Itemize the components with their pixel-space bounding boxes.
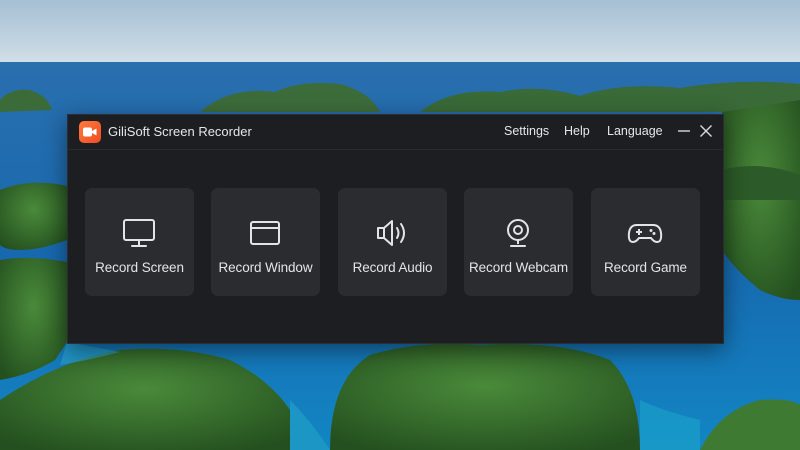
record-game-button[interactable]: Record Game [591, 188, 700, 296]
menu-settings[interactable]: Settings [504, 124, 549, 138]
webcam-icon [507, 219, 529, 247]
record-audio-button[interactable]: Record Audio [338, 188, 447, 296]
minimize-button[interactable] [674, 121, 694, 141]
title-bar[interactable]: GiliSoft Screen Recorder Settings Help L… [68, 115, 723, 149]
menu-language[interactable]: Language [607, 124, 663, 138]
monitor-icon [123, 219, 155, 247]
record-game-label: Record Game [604, 260, 687, 275]
video-camera-icon [83, 127, 97, 137]
app-logo [79, 121, 101, 143]
speaker-icon [377, 220, 405, 246]
record-window-label: Record Window [218, 260, 313, 275]
close-icon [700, 125, 712, 137]
record-audio-label: Record Audio [352, 260, 433, 275]
gamepad-icon [627, 224, 663, 243]
close-button[interactable] [696, 121, 716, 141]
title-divider [68, 149, 723, 150]
minimize-icon [678, 130, 690, 132]
window-icon [250, 221, 280, 245]
record-screen-label: Record Screen [95, 260, 184, 275]
desktop: GiliSoft Screen Recorder Settings Help L… [0, 0, 800, 450]
menu-help[interactable]: Help [564, 124, 590, 138]
app-window: GiliSoft Screen Recorder Settings Help L… [67, 114, 724, 344]
record-webcam-label: Record Webcam [469, 260, 568, 275]
record-webcam-button[interactable]: Record Webcam [464, 188, 573, 296]
record-window-button[interactable]: Record Window [211, 188, 320, 296]
app-title: GiliSoft Screen Recorder [108, 124, 252, 139]
record-screen-button[interactable]: Record Screen [85, 188, 194, 296]
